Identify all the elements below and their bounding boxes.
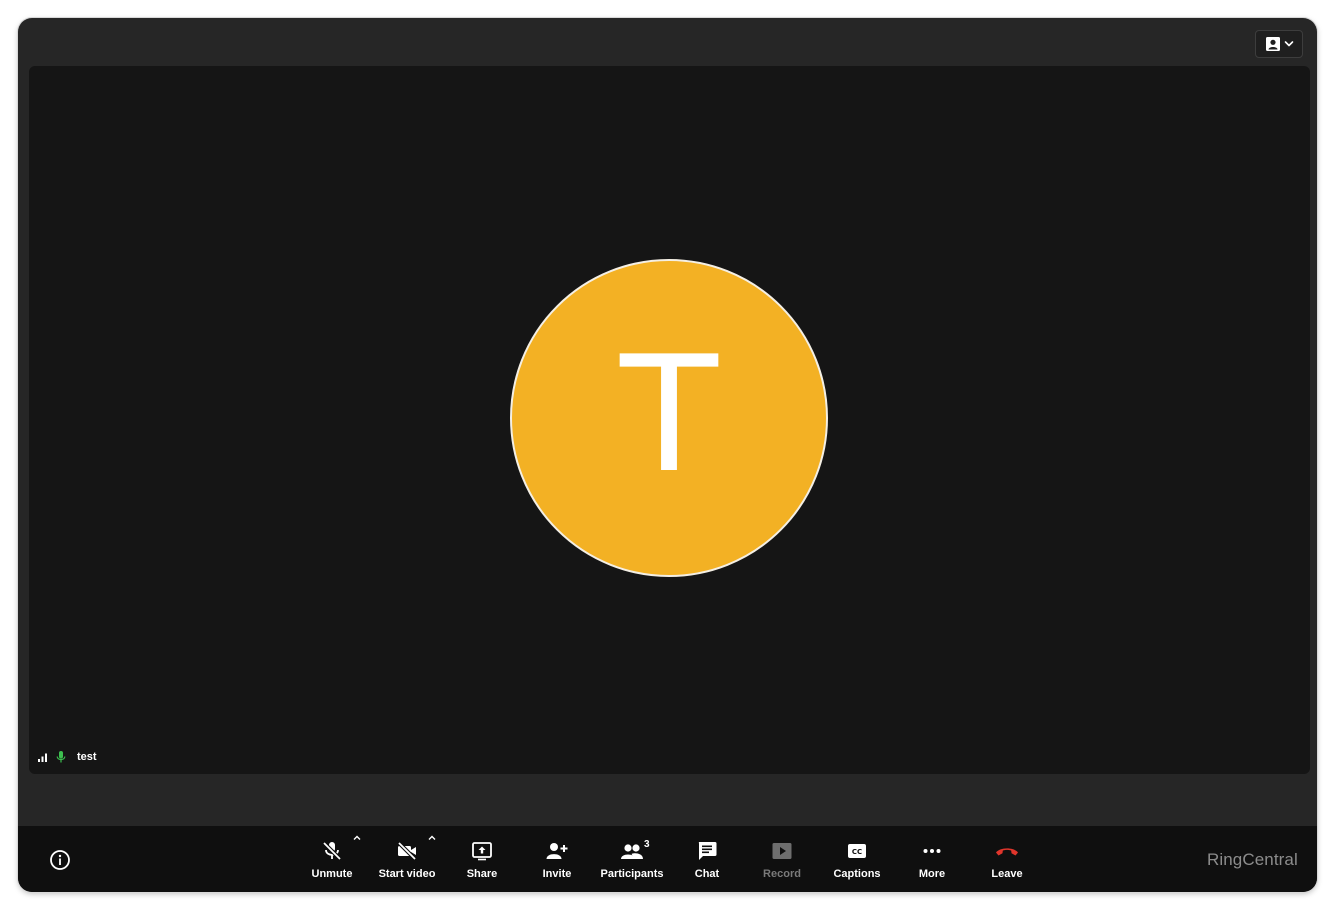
leave-button[interactable]: Leave bbox=[967, 834, 1047, 886]
signal-strength-icon bbox=[38, 753, 47, 762]
speaker-view-icon bbox=[1265, 37, 1280, 51]
info-icon bbox=[50, 850, 70, 870]
hang-up-icon bbox=[996, 848, 1018, 856]
closed-captions-icon: CC bbox=[848, 844, 866, 858]
chevron-down-icon bbox=[1284, 41, 1293, 47]
meeting-window: T test Unmute Start video Share Invite 3… bbox=[18, 18, 1317, 892]
meeting-info-button[interactable] bbox=[49, 849, 71, 871]
share-screen-icon bbox=[472, 842, 492, 861]
chat-icon bbox=[698, 842, 717, 860]
add-person-icon bbox=[546, 843, 568, 859]
microphone-muted-icon bbox=[322, 841, 342, 861]
avatar-initial: T bbox=[620, 321, 718, 508]
meeting-toolbar: Unmute Start video Share Invite 3 Partic… bbox=[18, 826, 1317, 892]
record-icon bbox=[772, 843, 792, 859]
participant-avatar: T bbox=[510, 259, 828, 577]
video-stage: T test bbox=[29, 66, 1310, 774]
participant-nameplate: test bbox=[37, 749, 97, 765]
leave-label: Leave bbox=[991, 868, 1023, 880]
microphone-active-icon bbox=[56, 751, 66, 763]
audio-options-caret-icon[interactable] bbox=[351, 832, 363, 844]
video-off-icon bbox=[397, 841, 417, 861]
more-dots-icon bbox=[923, 849, 941, 853]
participant-name: test bbox=[77, 751, 97, 763]
video-options-caret-icon[interactable] bbox=[426, 832, 438, 844]
svg-text:CC: CC bbox=[852, 848, 862, 856]
participants-icon bbox=[621, 844, 643, 859]
view-layout-button[interactable] bbox=[1255, 30, 1303, 58]
brand-logo: RingCentral bbox=[1207, 850, 1298, 869]
participant-count-badge: 3 bbox=[644, 839, 650, 850]
